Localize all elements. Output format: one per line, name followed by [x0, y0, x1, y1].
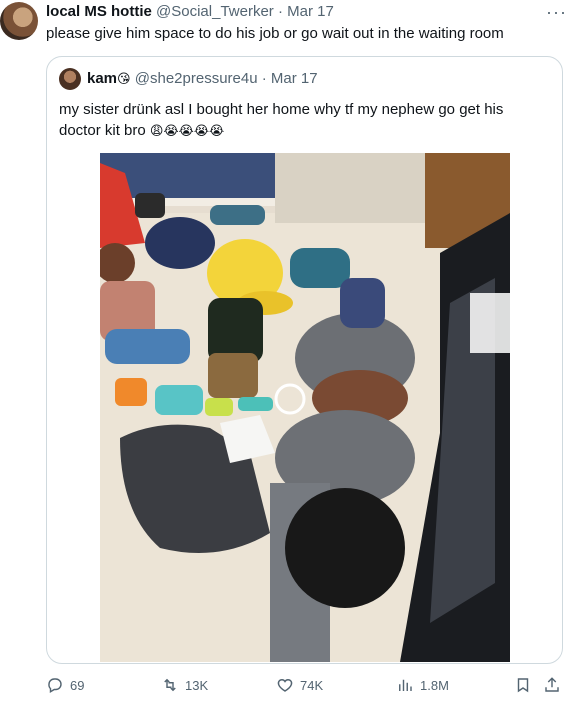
name-emoji: 😘 [117, 72, 131, 87]
quoted-date[interactable]: Mar 17 [271, 70, 318, 87]
display-name[interactable]: local MS hottie [46, 3, 152, 20]
reply-icon [48, 678, 62, 694]
quoted-text: my sister drünk asl I bought her home wh… [59, 99, 549, 142]
retweet-icon [164, 678, 176, 692]
separator-dot: · [261, 70, 267, 87]
views-count: 1.8M [420, 677, 449, 693]
tweet-header: local MS hottie @Social_Twerker · Mar 17 [46, 3, 334, 20]
quoted-display-name[interactable]: kam [87, 70, 117, 87]
text-emojis: 😩😭😭😭😭 [149, 124, 225, 139]
quoted-text-line2: doctor kit bro [59, 122, 146, 139]
quoted-tweet[interactable]: kam😘 @she2pressure4u · Mar 17 my sister … [46, 56, 563, 664]
quoted-text-line1: my sister drünk asl I bought her home wh… [59, 101, 504, 118]
retweet-button[interactable]: 13K [161, 676, 208, 694]
bookmark-icon [517, 678, 529, 693]
heart-icon [277, 679, 293, 692]
tweet[interactable]: local MS hottie @Social_Twerker · Mar 17… [0, 0, 581, 709]
views-icon [399, 679, 412, 691]
tweet-text: please give him space to do his job or g… [46, 25, 504, 42]
more-icon[interactable]: ··· [546, 2, 567, 23]
quoted-header: kam😘 @she2pressure4u · Mar 17 [87, 70, 318, 87]
avatar[interactable] [0, 2, 38, 40]
tweet-date[interactable]: Mar 17 [287, 3, 334, 20]
retweet-count: 13K [185, 677, 209, 693]
user-handle[interactable]: @Social_Twerker [156, 3, 274, 20]
quoted-avatar[interactable] [59, 68, 81, 90]
quoted-handle[interactable]: @she2pressure4u [135, 70, 258, 87]
reply-count: 69 [70, 677, 85, 693]
share-button[interactable] [543, 676, 567, 694]
action-bar: 69 13K 74K 1.8M [46, 672, 561, 698]
views-button[interactable]: 1.8M [396, 676, 449, 694]
like-button[interactable]: 74K [276, 676, 323, 694]
bookmark-button[interactable] [514, 676, 538, 694]
like-count: 74K [300, 677, 324, 693]
share-icon [545, 677, 559, 692]
tweet-photo[interactable] [100, 153, 510, 662]
reply-button[interactable]: 69 [46, 676, 84, 694]
separator-dot: · [277, 3, 283, 20]
